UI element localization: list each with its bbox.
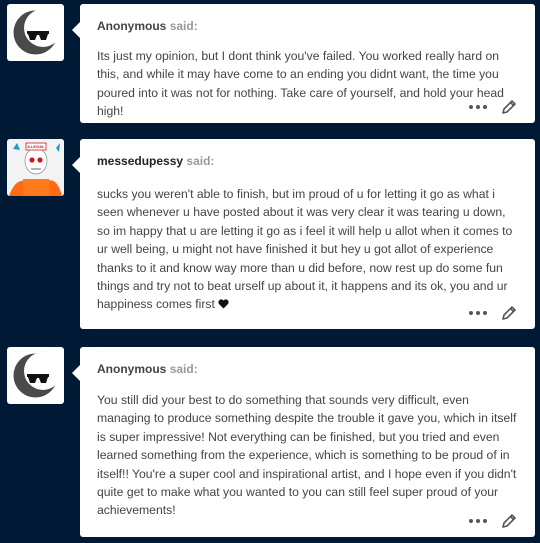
ask-actions bbox=[469, 99, 517, 115]
said-label: said: bbox=[169, 362, 198, 376]
said-label: said: bbox=[186, 154, 215, 168]
ask-actions bbox=[469, 513, 517, 529]
ask-list: Anonymous said: Its just my opinion, but… bbox=[0, 0, 540, 543]
heart-icon bbox=[218, 299, 229, 309]
edit-pencil-icon[interactable] bbox=[501, 99, 517, 115]
asker-line: messedupessy said: bbox=[97, 153, 519, 169]
anonymous-sunglasses-icon bbox=[13, 9, 62, 55]
more-options-icon[interactable] bbox=[469, 105, 487, 109]
edit-pencil-icon[interactable] bbox=[501, 305, 517, 321]
anonymous-sunglasses-icon bbox=[13, 352, 62, 398]
ask-card: messedupessy said: sucks you weren't abl… bbox=[72, 139, 535, 329]
edit-pencil-icon[interactable] bbox=[501, 513, 517, 529]
ask-body-text: sucks you weren't able to finish, but im… bbox=[97, 187, 513, 312]
ask-body: sucks you weren't able to finish, but im… bbox=[97, 185, 519, 314]
avatar-badge-text: ILLEGAL bbox=[27, 144, 45, 149]
ask-actions bbox=[469, 305, 517, 321]
messedupessy-avatar[interactable]: ILLEGAL bbox=[7, 139, 64, 196]
asker-line: Anonymous said: bbox=[97, 361, 519, 377]
asker-name: Anonymous bbox=[97, 19, 167, 33]
ask-body: You still did your best to do something … bbox=[97, 393, 517, 518]
ask-card: Anonymous said: Its just my opinion, but… bbox=[72, 4, 535, 123]
ask-body: Its just my opinion, but I dont think yo… bbox=[97, 49, 504, 119]
asker-line: Anonymous said: bbox=[97, 18, 519, 34]
anonymous-avatar[interactable] bbox=[7, 347, 64, 404]
asker-name: Anonymous bbox=[97, 362, 167, 376]
anonymous-avatar[interactable] bbox=[7, 4, 64, 61]
asker-name[interactable]: messedupessy bbox=[97, 154, 183, 168]
ask-card: Anonymous said: You still did your best … bbox=[72, 347, 535, 537]
said-label: said: bbox=[169, 19, 198, 33]
more-options-icon[interactable] bbox=[469, 311, 487, 315]
more-options-icon[interactable] bbox=[469, 519, 487, 523]
